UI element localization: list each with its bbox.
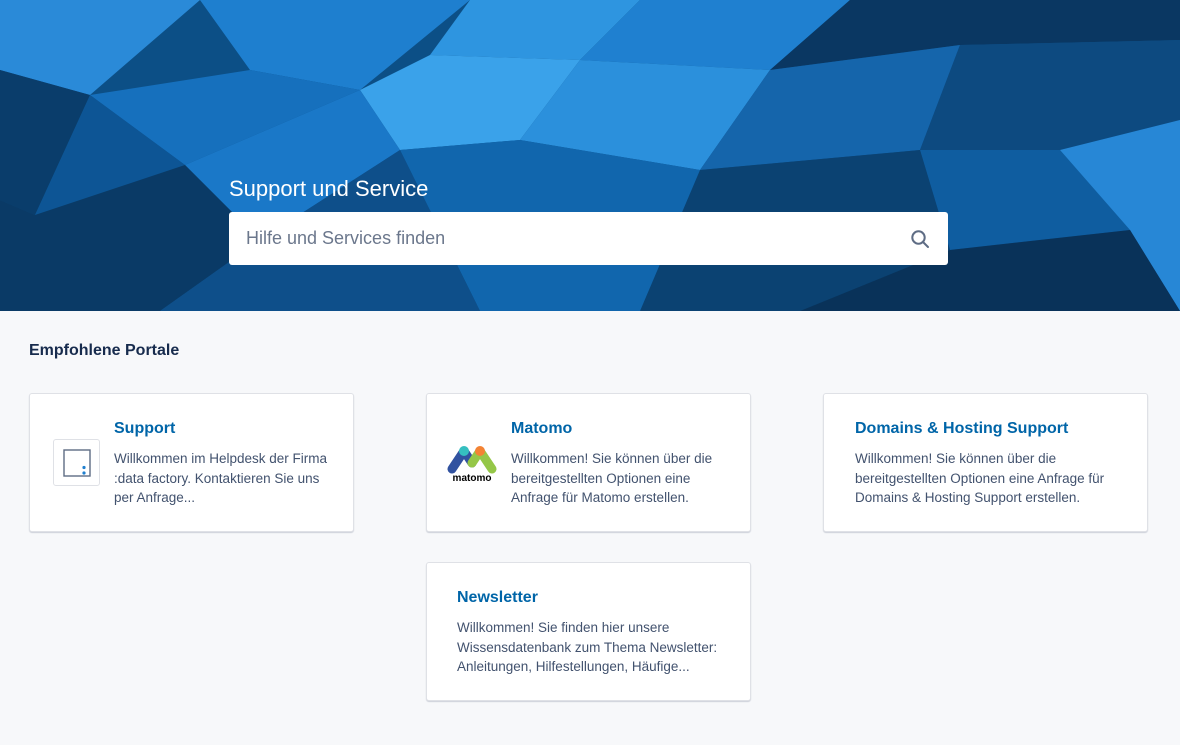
matomo-logo-icon: matomo xyxy=(446,441,498,484)
matomo-logo-text: matomo xyxy=(453,473,492,483)
section-title: Empfohlene Portale xyxy=(29,342,180,359)
portal-card-support[interactable]: Support Willkommen im Helpdesk der Firma… xyxy=(29,393,354,532)
portal-title[interactable]: Matomo xyxy=(511,420,572,438)
portal-description: Willkommen! Sie finden hier unsere Wisse… xyxy=(457,620,718,674)
portal-description: Willkommen! Sie können über die bereitge… xyxy=(855,451,1105,505)
portal-title[interactable]: Support xyxy=(114,420,175,438)
search-box[interactable] xyxy=(229,212,948,265)
portal-title[interactable]: Newsletter xyxy=(457,589,538,607)
portal-description: Willkommen im Helpdesk der Firma :data f… xyxy=(114,451,328,505)
search-input[interactable] xyxy=(229,212,908,265)
portal-card-newsletter[interactable]: Newsletter Willkommen! Sie finden hier u… xyxy=(426,562,751,701)
portal-card-domains-hosting[interactable]: Domains & Hosting Support Willkommen! Si… xyxy=(823,393,1148,532)
portal-card-matomo[interactable]: matomo Matomo Willkommen! Sie können übe… xyxy=(426,393,751,532)
portal-title[interactable]: Domains & Hosting Support xyxy=(855,420,1068,438)
search-icon[interactable] xyxy=(908,227,932,251)
data-factory-logo-icon xyxy=(53,439,100,486)
hero-banner: Support und Service xyxy=(0,0,1180,311)
hero-title: Support und Service xyxy=(229,176,429,201)
portal-description: Willkommen! Sie können über die bereitge… xyxy=(511,451,713,505)
